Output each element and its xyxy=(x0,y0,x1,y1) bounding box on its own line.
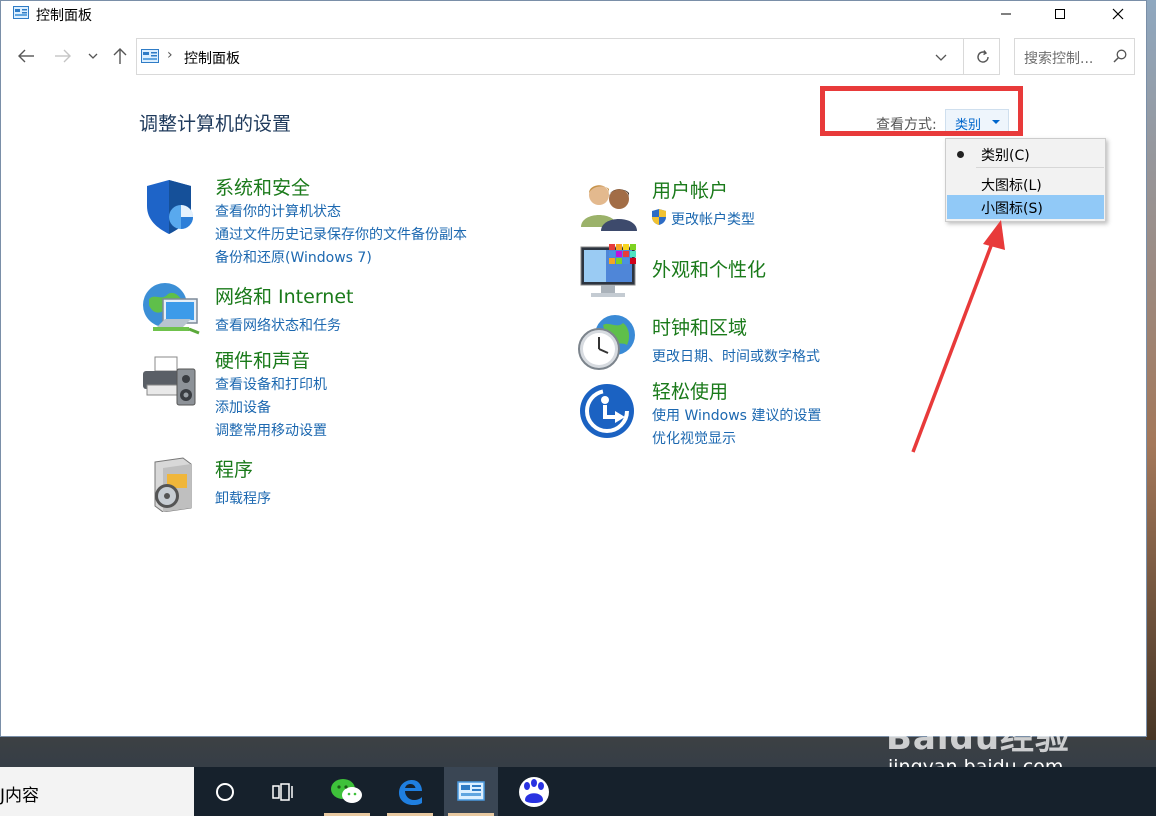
chevron-down-icon xyxy=(88,53,98,59)
page-title: 调整计算机的设置 xyxy=(139,113,292,135)
cortana-circle-icon xyxy=(216,782,234,801)
control-panel-icon xyxy=(457,780,485,801)
task-view-button[interactable] xyxy=(256,767,310,816)
recent-locations-button[interactable] xyxy=(83,45,103,67)
taskbar-control-panel[interactable] xyxy=(444,767,498,816)
control-panel-icon xyxy=(141,49,159,63)
link-add-device[interactable]: 添加设备 xyxy=(215,397,271,417)
close-icon xyxy=(1112,8,1124,20)
link-network-status[interactable]: 查看网络状态和任务 xyxy=(215,315,341,335)
desktop-wallpaper-edge xyxy=(1146,0,1156,740)
menu-item-large-icons[interactable]: 大图标(L) xyxy=(947,172,1104,196)
taskbar: J内容 xyxy=(0,767,1156,816)
users-icon[interactable] xyxy=(581,181,637,231)
window-title: 控制面板 xyxy=(36,8,92,24)
radio-dot-icon xyxy=(957,151,964,158)
arrow-left-icon xyxy=(18,49,34,63)
arrow-up-icon xyxy=(113,48,127,64)
taskbar-edge[interactable] xyxy=(383,767,437,816)
menu-item-category[interactable]: 类别(C) xyxy=(947,142,1104,166)
category-title[interactable]: 程序 xyxy=(215,455,253,482)
clock-globe-icon[interactable] xyxy=(577,313,637,373)
appearance-monitor-icon[interactable] xyxy=(579,243,639,301)
category-title[interactable]: 硬件和声音 xyxy=(215,346,310,373)
annotation-highlight-box xyxy=(820,86,1023,136)
wechat-icon xyxy=(331,778,362,803)
link-backup-restore[interactable]: 备份和还原(Windows 7) xyxy=(215,247,372,267)
search-placeholder[interactable]: 搜索控制... xyxy=(1024,48,1093,68)
forward-button[interactable] xyxy=(51,45,75,67)
address-bar[interactable]: › 控制面板 xyxy=(136,38,1000,75)
category-title[interactable]: 系统和安全 xyxy=(215,173,310,200)
cortana-button[interactable] xyxy=(198,767,252,816)
search-box[interactable]: 搜索控制... xyxy=(1014,38,1135,75)
taskbar-wechat[interactable] xyxy=(320,767,374,816)
ease-of-access-icon[interactable] xyxy=(579,383,637,439)
minimize-button[interactable] xyxy=(983,1,1029,27)
link-file-history[interactable]: 通过文件历史记录保存你的文件备份副本 xyxy=(215,224,467,244)
taskbar-search-text: J内容 xyxy=(0,786,40,806)
up-button[interactable] xyxy=(108,45,132,67)
programs-icon[interactable] xyxy=(147,456,195,512)
taskbar-baidu[interactable] xyxy=(507,767,561,816)
address-history-button[interactable] xyxy=(934,49,952,65)
link-change-account-type[interactable]: 更改帐户类型 xyxy=(671,209,755,229)
link-mobility-settings[interactable]: 调整常用移动设置 xyxy=(215,420,327,440)
annotation-arrow xyxy=(911,220,1005,453)
edge-browser-icon xyxy=(399,779,422,805)
close-button[interactable] xyxy=(1095,1,1141,27)
network-globe-icon[interactable] xyxy=(141,281,203,339)
uac-shield-icon xyxy=(652,209,666,225)
menu-item-label: 大图标(L) xyxy=(981,178,1042,194)
back-button[interactable] xyxy=(14,45,38,67)
category-title[interactable]: 轻松使用 xyxy=(652,377,728,404)
breadcrumb-control-panel[interactable]: 控制面板 xyxy=(184,48,240,68)
control-panel-window: 控制面板 › 控制面板 搜索控制... 调整计算机的设置 查看方式: 类别 类别… xyxy=(0,0,1147,737)
link-optimize-display[interactable]: 优化视觉显示 xyxy=(652,428,736,448)
category-title[interactable]: 网络和 Internet xyxy=(215,282,353,309)
link-uninstall-program[interactable]: 卸载程序 xyxy=(215,488,271,508)
view-by-menu: 类别(C) 大图标(L) 小图标(S) xyxy=(945,138,1106,222)
link-date-time-format[interactable]: 更改日期、时间或数字格式 xyxy=(652,346,820,366)
title-bar[interactable]: 控制面板 xyxy=(1,1,1146,27)
link-computer-status[interactable]: 查看你的计算机状态 xyxy=(215,201,341,221)
shield-icon[interactable] xyxy=(143,178,199,236)
refresh-button[interactable] xyxy=(963,38,1002,75)
task-view-icon xyxy=(272,782,293,801)
link-recommended-settings[interactable]: 使用 Windows 建议的设置 xyxy=(652,405,821,425)
control-panel-icon xyxy=(13,6,29,19)
printer-icon[interactable] xyxy=(141,353,199,411)
minimize-icon xyxy=(1001,13,1011,15)
search-icon[interactable] xyxy=(1113,49,1127,63)
category-title[interactable]: 外观和个性化 xyxy=(652,255,766,282)
taskbar-search-box[interactable]: J内容 xyxy=(0,767,194,816)
maximize-icon xyxy=(1055,9,1065,19)
category-title[interactable]: 用户帐户 xyxy=(652,176,728,203)
menu-item-label: 类别(C) xyxy=(981,148,1030,164)
category-title[interactable]: 时钟和区域 xyxy=(652,313,747,340)
arrow-right-icon xyxy=(55,49,71,63)
breadcrumb-separator[interactable]: › xyxy=(167,47,173,63)
menu-item-label: 小图标(S) xyxy=(981,201,1043,217)
maximize-button[interactable] xyxy=(1037,1,1083,27)
menu-separator xyxy=(976,167,1104,168)
baidu-paw-icon xyxy=(519,776,549,807)
chevron-down-icon xyxy=(935,54,947,61)
watermark-brand: Baidu经验 xyxy=(886,718,1071,758)
refresh-icon xyxy=(977,49,989,63)
link-devices-printers[interactable]: 查看设备和打印机 xyxy=(215,374,327,394)
